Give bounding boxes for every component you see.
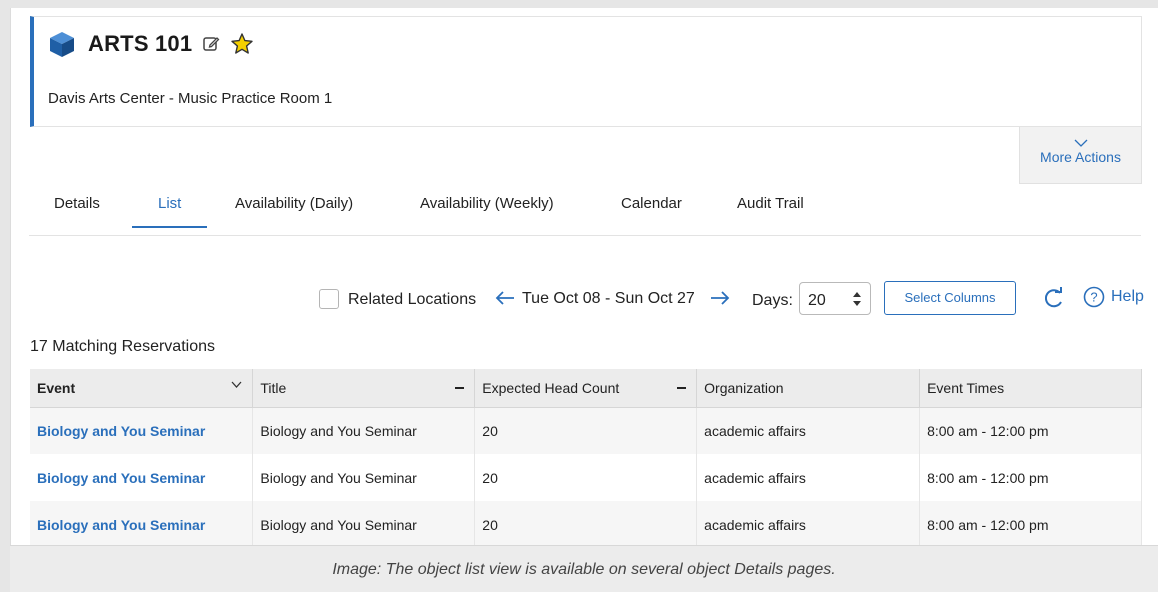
date-range-text: Tue Oct 08 - Sun Oct 27: [522, 290, 695, 307]
tab-details[interactable]: Details: [54, 186, 100, 228]
reservations-table: Event Title Expected Head Count Organiza…: [30, 369, 1142, 548]
edit-icon[interactable]: [202, 35, 220, 53]
table-row: Biology and You Seminar Biology and You …: [30, 407, 1142, 454]
tab-availability-weekly[interactable]: Availability (Weekly): [420, 186, 554, 228]
collapse-minus-icon[interactable]: [677, 387, 687, 389]
chevron-down-icon: [1074, 139, 1087, 147]
help-label: Help: [1111, 288, 1144, 305]
spinner-arrows-icon: [853, 292, 861, 306]
event-link[interactable]: Biology and You Seminar: [30, 407, 254, 454]
results-summary: 17 Matching Reservations: [30, 338, 215, 355]
event-times-cell: 8:00 am - 12:00 pm: [919, 454, 1142, 501]
help-link[interactable]: ? Help: [1083, 286, 1144, 308]
table-row: Biology and You Seminar Biology and You …: [30, 454, 1142, 501]
related-locations-label: Related Locations: [348, 291, 477, 308]
tab-audit-trail[interactable]: Audit Trail: [737, 186, 804, 228]
more-actions-label: More Actions: [1040, 149, 1121, 165]
location-cube-icon: [50, 32, 74, 57]
days-label: Days:: [752, 292, 793, 309]
refresh-icon[interactable]: [1041, 286, 1067, 310]
tab-availability-daily[interactable]: Availability (Daily): [235, 186, 353, 228]
column-header-event-times[interactable]: Event Times: [919, 369, 1142, 408]
head-count-cell: 20: [474, 407, 698, 454]
tab-list[interactable]: List: [131, 186, 209, 228]
favorite-star-icon[interactable]: [230, 32, 254, 56]
table-row: Biology and You Seminar Biology and You …: [30, 501, 1142, 548]
event-link[interactable]: Biology and You Seminar: [30, 501, 254, 548]
organization-cell: academic affairs: [696, 454, 921, 501]
head-count-cell: 20: [474, 454, 698, 501]
sort-chevron-down-icon[interactable]: [231, 381, 242, 388]
title-cell: Biology and You Seminar: [252, 407, 476, 454]
app-frame: ARTS 101 Davis Arts Center - Music Pract…: [10, 8, 1158, 592]
head-count-cell: 20: [474, 501, 698, 548]
organization-cell: academic affairs: [696, 501, 921, 548]
tab-calendar[interactable]: Calendar: [621, 186, 682, 228]
column-header-title[interactable]: Title: [252, 369, 476, 408]
previous-arrow-icon[interactable]: [494, 286, 516, 310]
title-cell: Biology and You Seminar: [252, 454, 476, 501]
location-subtitle: Davis Arts Center - Music Practice Room …: [48, 90, 333, 107]
image-caption: Image: The object list view is available…: [10, 545, 1158, 592]
event-link[interactable]: Biology and You Seminar: [30, 454, 254, 501]
column-header-expected-head-count[interactable]: Expected Head Count: [474, 369, 698, 408]
select-columns-button[interactable]: Select Columns: [884, 281, 1016, 315]
column-header-organization[interactable]: Organization: [696, 369, 921, 408]
svg-text:?: ?: [1090, 290, 1097, 305]
tab-bar: Details List Availability (Daily) Availa…: [29, 186, 1141, 236]
related-locations-checkbox[interactable]: [319, 289, 339, 309]
more-actions-button[interactable]: More Actions: [1019, 127, 1142, 184]
title-cell: Biology and You Seminar: [252, 501, 476, 548]
table-header-row: Event Title Expected Head Count Organiza…: [30, 369, 1142, 408]
event-times-cell: 8:00 am - 12:00 pm: [919, 501, 1142, 548]
organization-cell: academic affairs: [696, 407, 921, 454]
event-times-cell: 8:00 am - 12:00 pm: [919, 407, 1142, 454]
collapse-minus-icon[interactable]: [455, 387, 465, 389]
column-header-event[interactable]: Event: [30, 369, 254, 408]
title-row: ARTS 101: [48, 30, 254, 58]
list-toolbar: Related Locations Tue Oct 08 - Sun Oct 2…: [11, 280, 1158, 316]
location-header-card: ARTS 101 Davis Arts Center - Music Pract…: [30, 16, 1142, 127]
help-circle-icon: ?: [1083, 286, 1105, 308]
page-title: ARTS 101: [88, 31, 193, 56]
days-select[interactable]: 20: [799, 282, 871, 315]
days-value: 20: [808, 292, 826, 309]
next-arrow-icon[interactable]: [709, 286, 731, 310]
